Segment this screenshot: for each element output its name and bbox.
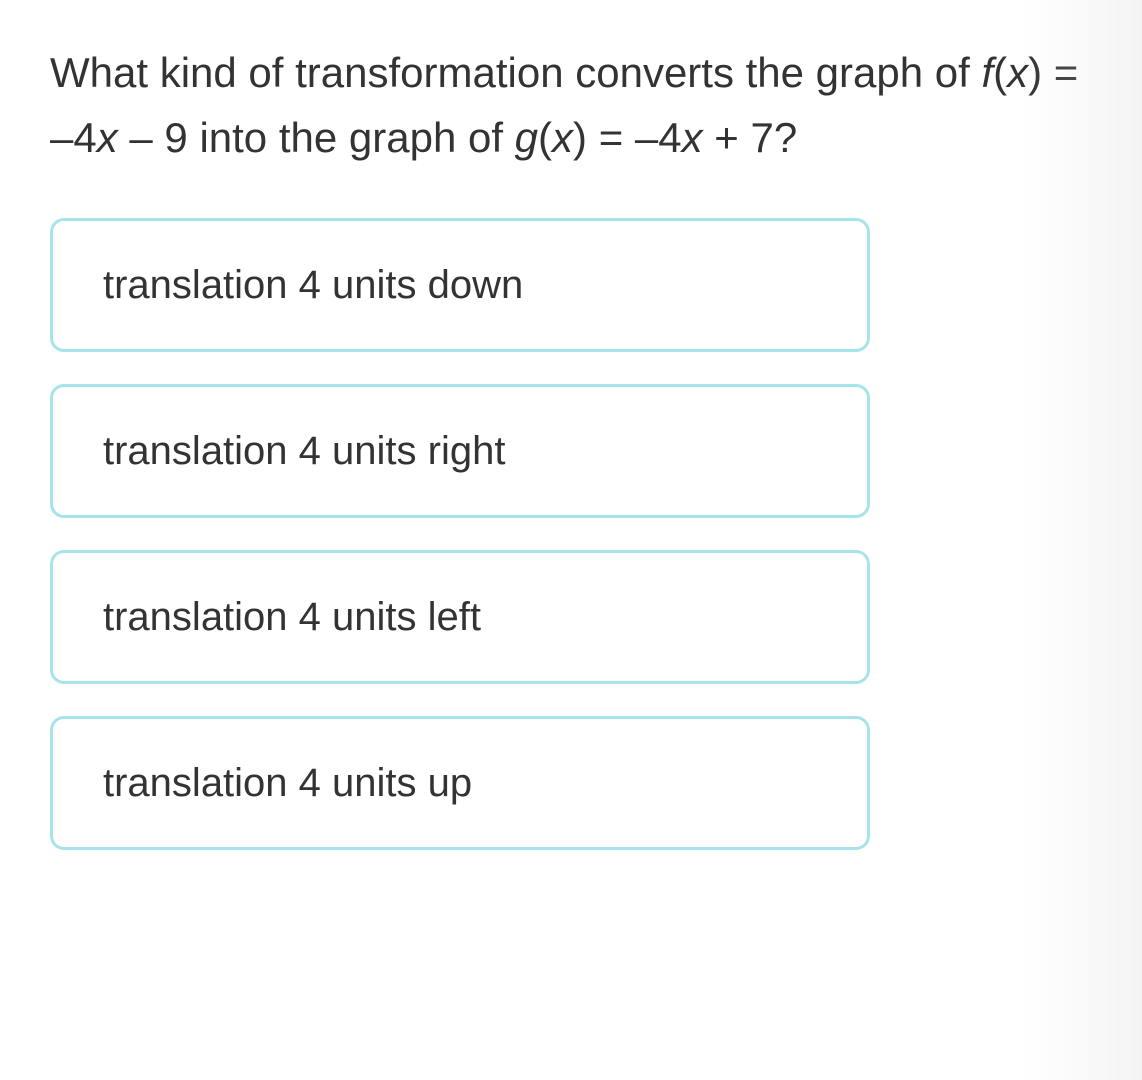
var-x-1: x	[1007, 49, 1028, 96]
fn-f: f	[981, 49, 993, 96]
option-label: translation 4 units left	[103, 595, 481, 639]
option-label: translation 4 units up	[103, 761, 472, 805]
option-label: translation 4 units down	[103, 263, 523, 307]
fn-g: g	[515, 114, 538, 161]
var-x-2: x	[97, 114, 118, 161]
g-tail: + 7?	[703, 114, 798, 161]
question-text: What kind of transformation converts the…	[50, 40, 1092, 170]
option-label: translation 4 units right	[103, 429, 505, 473]
option-1[interactable]: translation 4 units right	[50, 384, 870, 518]
var-x-4: x	[682, 114, 703, 161]
question-prefix: What kind of transformation converts the…	[50, 49, 981, 96]
option-0[interactable]: translation 4 units down	[50, 218, 870, 352]
f-tail: – 9 into the graph of	[118, 114, 515, 161]
option-2[interactable]: translation 4 units left	[50, 550, 870, 684]
options-list: translation 4 units down translation 4 u…	[50, 218, 870, 850]
var-x-3: x	[552, 114, 573, 161]
g-expr: = –4	[587, 114, 682, 161]
option-3[interactable]: translation 4 units up	[50, 716, 870, 850]
